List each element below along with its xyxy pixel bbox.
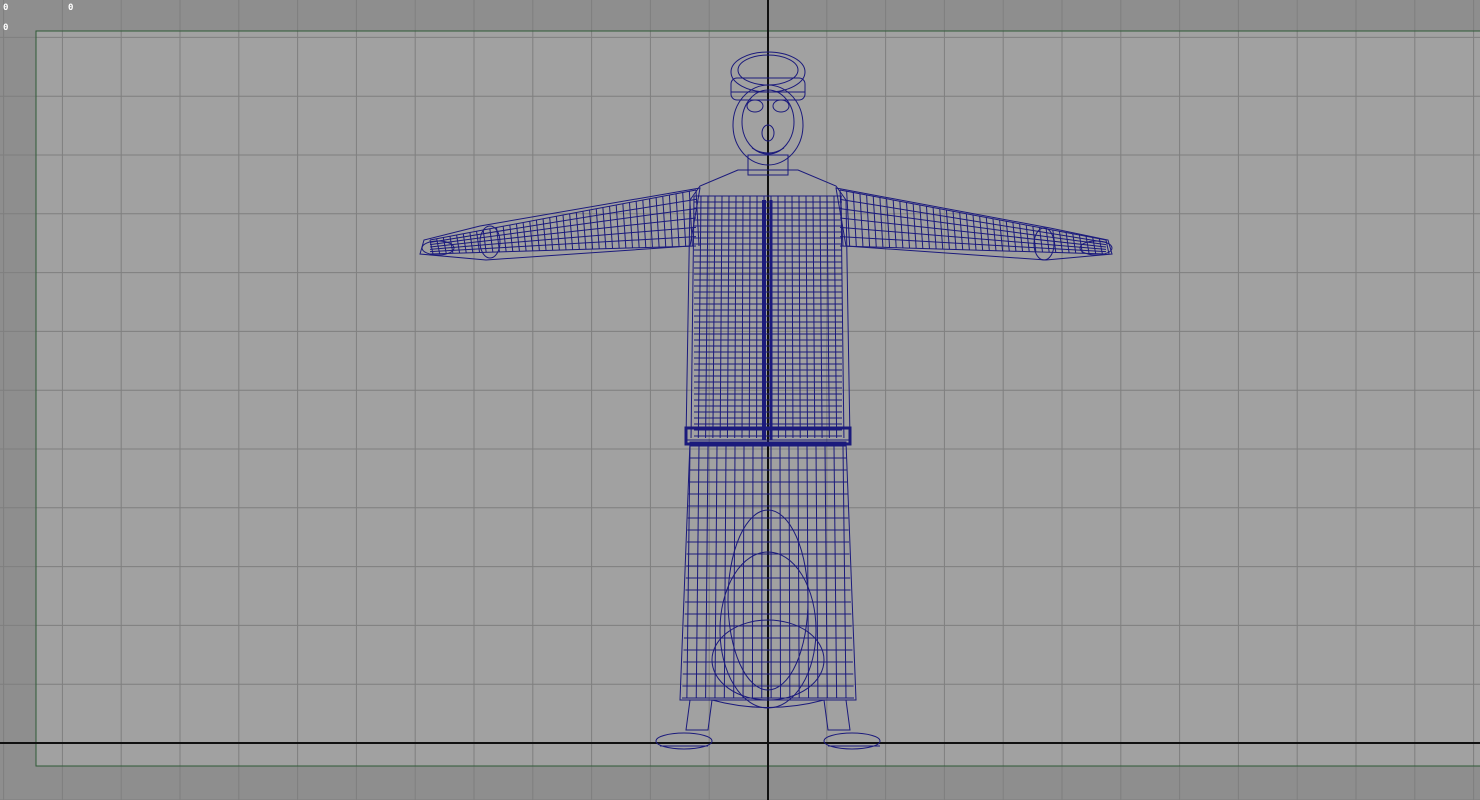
hud-counter-top: 0 <box>68 3 74 13</box>
wireframe-edge <box>784 195 787 439</box>
viewport-panel[interactable]: 0 0 0 <box>0 0 1480 800</box>
hud-counter-top-left: 0 <box>3 3 9 13</box>
wireframe-edge <box>751 445 754 699</box>
hud-counter-left: 0 <box>3 23 9 33</box>
scene-canvas[interactable] <box>0 0 1480 800</box>
film-gate <box>36 31 1480 766</box>
